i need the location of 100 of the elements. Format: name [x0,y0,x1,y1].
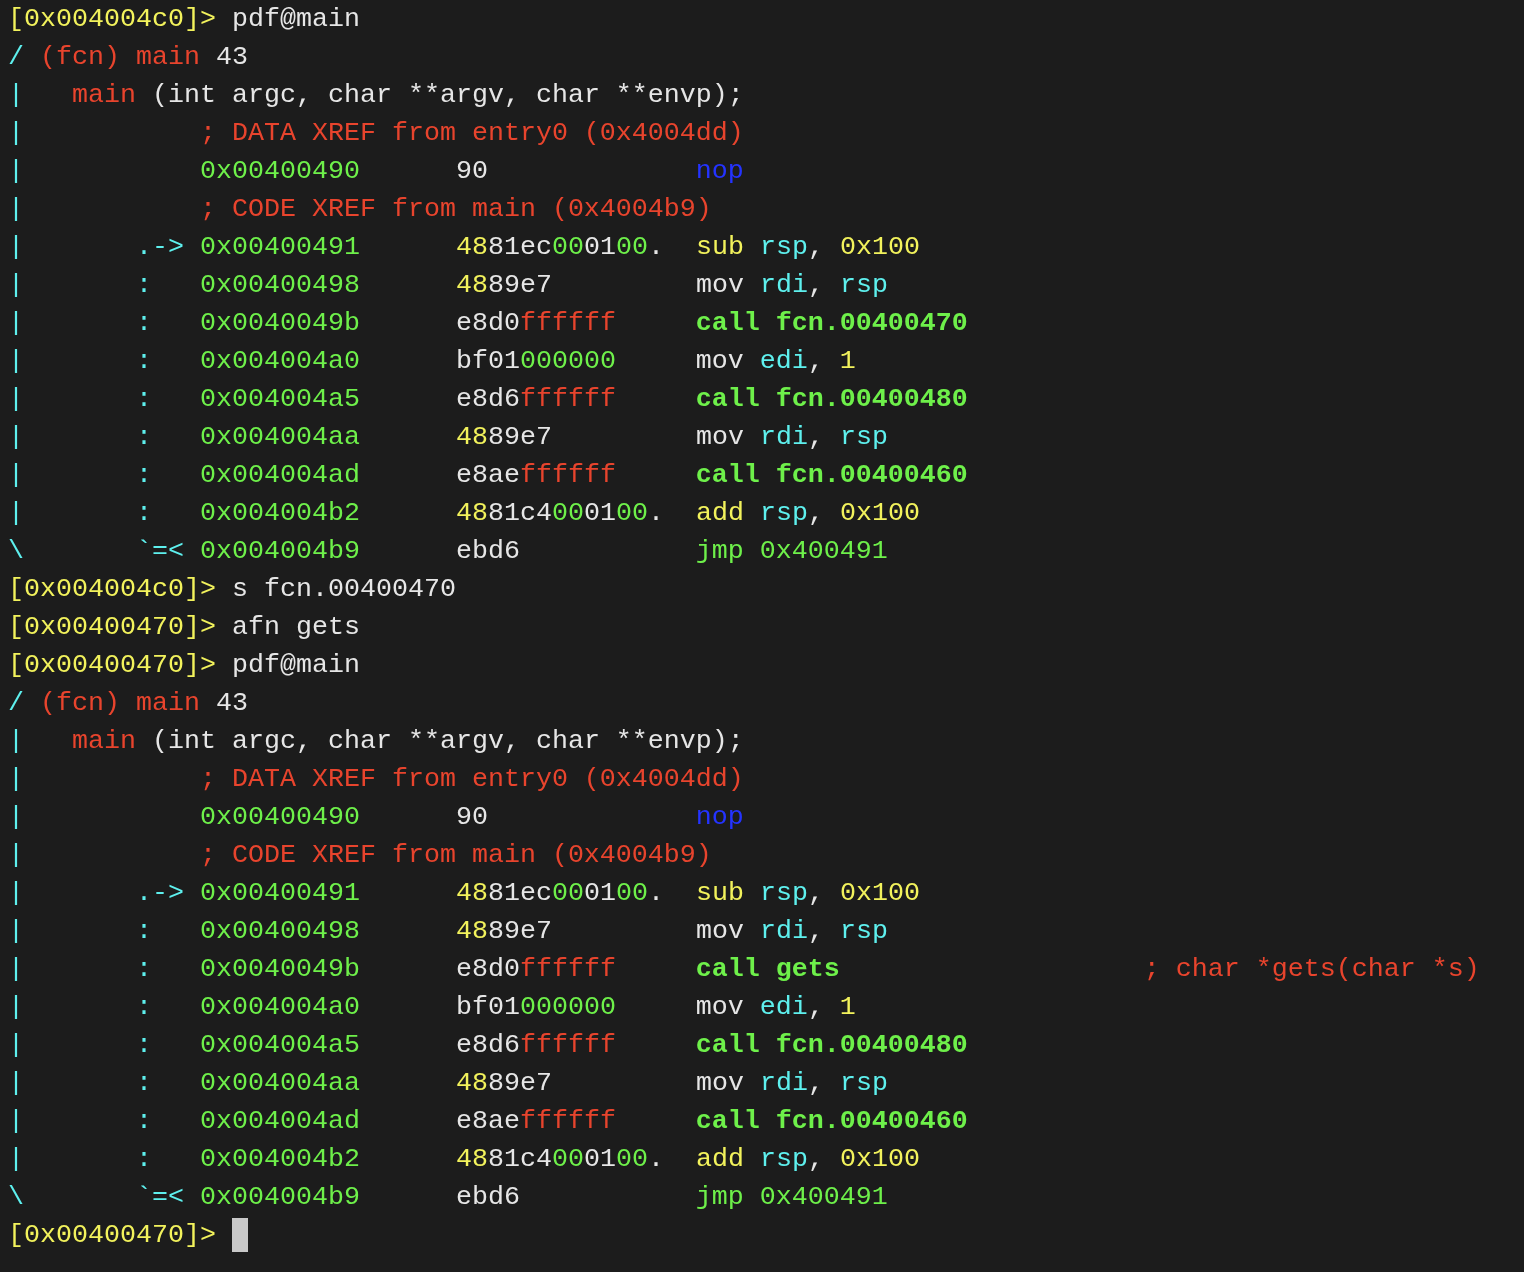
terminal-text: | [8,763,24,796]
terminal-text: . [647,497,664,530]
terminal-text: mov [694,1067,744,1100]
terminal-text: 1 [838,991,856,1024]
terminal-text: 48 [454,231,488,264]
terminal-text: 89e7 [487,915,552,948]
terminal-text: e8d6 [454,1029,520,1062]
terminal-text: add [694,497,744,530]
terminal-text: | [8,801,24,834]
terminal-text: | [8,307,24,340]
terminal-text: (int argc, char **argv, char **envp); [150,725,744,758]
terminal-text: 81ec [487,877,552,910]
terminal-text: : [134,421,152,454]
terminal-text: nop [694,155,744,188]
terminal-text: 00 [551,1143,584,1176]
terminal-text: / [8,687,24,720]
terminal-text: 0x100 [838,1143,920,1176]
terminal-text: | [8,79,24,112]
terminal-text: | [8,1067,24,1100]
terminal-text: : [134,1029,152,1062]
terminal-text: 00 [551,877,584,910]
terminal-text: 0x004004aa [198,421,360,454]
terminal-text: jmp 0x400491 [694,535,888,568]
terminal-text: 0x00400491 [198,877,360,910]
terminal-text: mov [694,991,744,1024]
terminal-text: e8ae [454,459,520,492]
terminal-text: | [8,877,24,910]
terminal-text: 0x100 [838,231,920,264]
terminal-text: [0x00400470]> [8,1219,216,1252]
terminal-text: rsp [838,269,888,302]
terminal-text: : [134,953,152,986]
terminal-text: sub [694,877,744,910]
terminal-text: : [134,1067,152,1100]
terminal-text: ffffff [519,459,616,492]
terminal-text: | [8,991,24,1024]
terminal-text: 43 [214,687,248,720]
terminal-text: 00 [615,1143,648,1176]
terminal-text: ebd6 [454,1181,520,1214]
terminal-text: 00 [551,231,584,264]
terminal-text: , [807,1067,824,1100]
terminal-text: 0x00400491 [198,231,360,264]
terminal-text: 0x004004b9 [198,535,360,568]
terminal-text: bf01 [454,991,520,1024]
terminal-text: 0x004004a5 [198,1029,360,1062]
terminal-text: 48 [454,877,488,910]
terminal-text: 48 [454,269,488,302]
terminal-text: | [8,345,24,378]
terminal-text: | [8,193,24,226]
terminal-text: 89e7 [487,269,552,302]
terminal-text: afn gets [230,611,360,644]
terminal-text: rdi [758,269,808,302]
terminal-text: 01 [583,497,616,530]
terminal-text: , [807,1143,824,1176]
terminal-text: nop [694,801,744,834]
terminal-text: 0x100 [838,497,920,530]
terminal-text: , [807,497,824,530]
terminal-text: | [8,1143,24,1176]
terminal-text: [0x00400470]> [8,611,216,644]
terminal-text: ffffff [519,1029,616,1062]
terminal-text: ; DATA XREF from entry0 (0x4004dd) [198,117,744,150]
terminal-text: rdi [758,421,808,454]
terminal-text: rsp [838,1067,888,1100]
terminal-text: : [134,1143,152,1176]
terminal-text: : [134,991,152,1024]
terminal-text: edi [758,991,808,1024]
terminal-text: (fcn) main [39,687,200,720]
terminal-text: 00 [615,231,648,264]
terminal-text: 00 [615,497,648,530]
terminal-text: \ [8,1181,24,1214]
terminal-text: edi [758,345,808,378]
terminal-text: | [8,269,24,302]
terminal-text: | [8,155,24,188]
terminal-text: . [647,1143,664,1176]
terminal-text: 0x004004b9 [198,1181,360,1214]
terminal-text: 01 [583,231,616,264]
terminal-text: 0x004004ad [198,1105,360,1138]
terminal-text: mov [694,269,744,302]
terminal-text: ; DATA XREF from entry0 (0x4004dd) [198,763,744,796]
terminal-text: | [8,1029,24,1062]
terminal-text: | [8,915,24,948]
terminal-text: 89e7 [487,1067,552,1100]
terminal-text: 0x00400490 [198,155,360,188]
terminal-text: / [8,41,24,74]
terminal-text: 90 [454,155,488,188]
terminal-text: mov [694,915,744,948]
terminal-text: e8d0 [454,953,520,986]
terminal-text: rsp [838,421,888,454]
terminal-text: 90 [454,801,488,834]
terminal-text: 000000 [519,345,616,378]
terminal-text: , [807,915,824,948]
terminal-text: | [8,839,24,872]
terminal-text: , [807,269,824,302]
terminal-text: (fcn) main [39,41,200,74]
terminal-text: 81ec [487,231,552,264]
terminal-text: 48 [454,497,488,530]
terminal-text: , [807,231,824,264]
terminal-text: , [807,421,824,454]
terminal-text: rsp [838,915,888,948]
terminal-text: 89e7 [487,421,552,454]
terminal-text: bf01 [454,345,520,378]
